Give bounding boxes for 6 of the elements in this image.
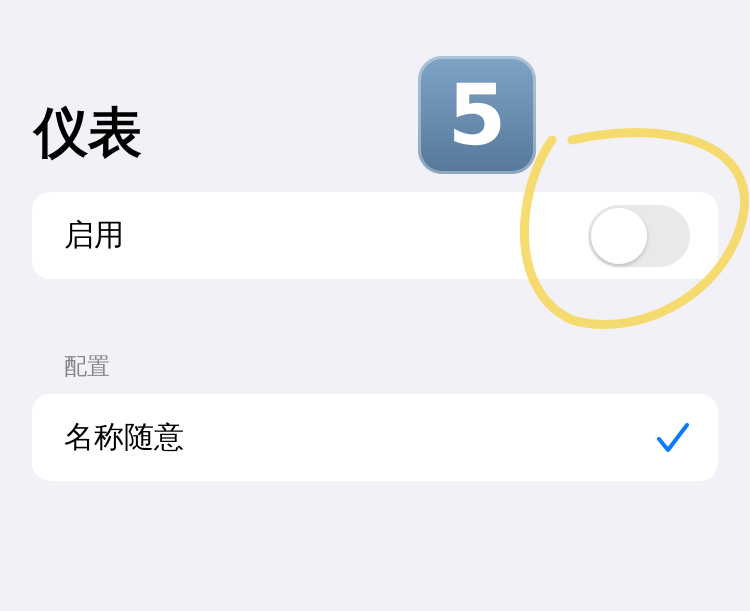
list-row[interactable]: 名称随意 <box>32 394 718 481</box>
page-title: 仪表 <box>32 100 142 166</box>
section-header: 配置 <box>63 353 111 382</box>
step-badge: 5 <box>418 56 536 174</box>
setting-label: 启用 <box>64 217 124 255</box>
checkmark-icon <box>656 420 690 454</box>
